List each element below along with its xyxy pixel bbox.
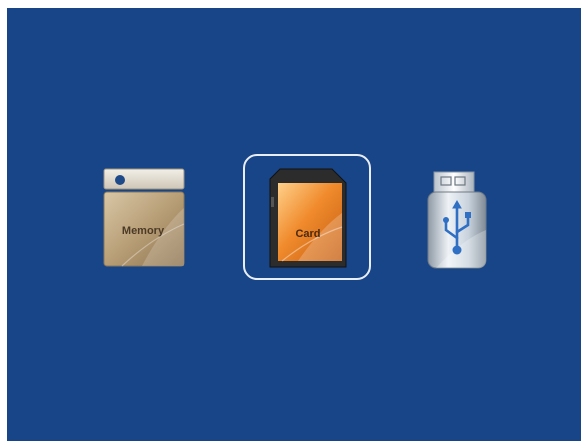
memory-label: Memory (122, 225, 165, 237)
memory-source-button[interactable]: Memory (102, 168, 186, 268)
sd-card-icon: Card (269, 168, 347, 268)
usb-source-button[interactable] (426, 170, 490, 272)
usb-drive-icon (427, 171, 487, 269)
card-label: Card (295, 228, 320, 240)
card-source-button[interactable]: Card (268, 167, 348, 269)
internal-memory-icon: Memory (103, 168, 185, 267)
